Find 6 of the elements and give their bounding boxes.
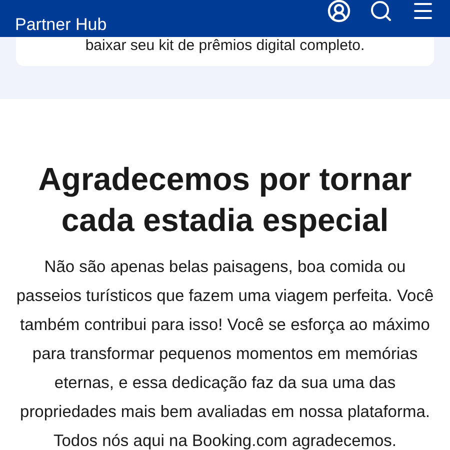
brand-subtitle: Partner Hub: [15, 16, 107, 33]
card-text: baixar seu kit de prêmios digital completo.: [85, 37, 365, 55]
section-body: Não são apenas belas paisagens, boa comida ou passeios turísticos que fazem uma viagem perfeita. Você também contribui para isso! Você se esforça ao máximo para transformar pequenos momentos em memórias eternas, e essa dedicação faz da sua uma das propriedades mais bem avaliadas em nossa plataforma. Todos nós aqui na Booking.com agradecemos.: [15, 257, 435, 450]
account-icon[interactable]: [327, 0, 351, 23]
search-icon[interactable]: [369, 0, 393, 23]
section-heading: Agradecemos por tornar cada estadia especial: [37, 160, 413, 240]
